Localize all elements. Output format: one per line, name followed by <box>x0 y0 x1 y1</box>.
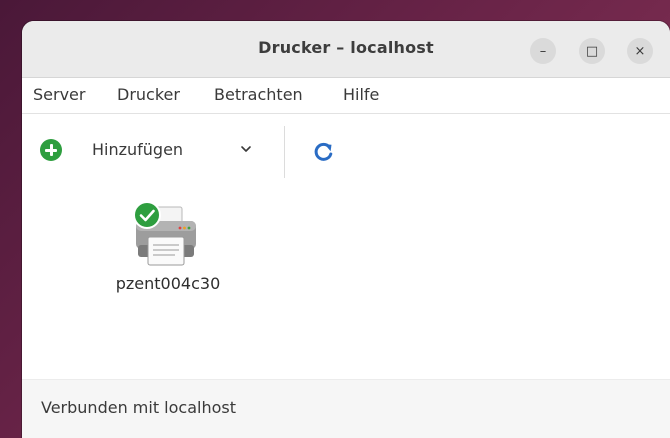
printer-list: pzent004c30 <box>22 191 670 379</box>
printer-icon <box>133 201 196 266</box>
connection-status: Verbunden mit localhost <box>41 398 236 417</box>
refresh-icon[interactable] <box>308 136 340 168</box>
menu-betrachten[interactable]: Betrachten <box>214 85 303 104</box>
maximize-button[interactable]: □ <box>579 38 605 64</box>
minimize-button[interactable]: – <box>530 38 556 64</box>
printer-item[interactable]: pzent004c30 <box>102 201 222 301</box>
toolbar: Hinzufügen <box>22 114 670 191</box>
toolbar-separator <box>284 126 285 178</box>
minimize-icon: – <box>539 43 547 59</box>
plus-circle-icon <box>40 139 62 161</box>
maximize-icon: □ <box>585 43 599 59</box>
printer-name: pzent004c30 <box>115 274 221 293</box>
menubar: Server Drucker Betrachten Hilfe <box>22 78 670 114</box>
add-printer-label: Hinzufügen <box>92 140 184 159</box>
add-printer-button[interactable]: Hinzufügen <box>34 130 274 170</box>
chevron-down-icon[interactable] <box>238 141 254 157</box>
checkmark-icon <box>133 201 161 229</box>
close-button[interactable]: × <box>627 38 653 64</box>
statusbar: Verbunden mit localhost <box>22 379 670 438</box>
window-title: Drucker – localhost <box>258 38 434 57</box>
menu-server[interactable]: Server <box>33 85 85 104</box>
printers-window: Drucker – localhost – □ × Server Drucker… <box>22 21 670 438</box>
close-icon: × <box>634 43 646 59</box>
titlebar[interactable]: Drucker – localhost – □ × <box>22 21 670 78</box>
menu-drucker[interactable]: Drucker <box>117 85 180 104</box>
menu-hilfe[interactable]: Hilfe <box>343 85 379 104</box>
